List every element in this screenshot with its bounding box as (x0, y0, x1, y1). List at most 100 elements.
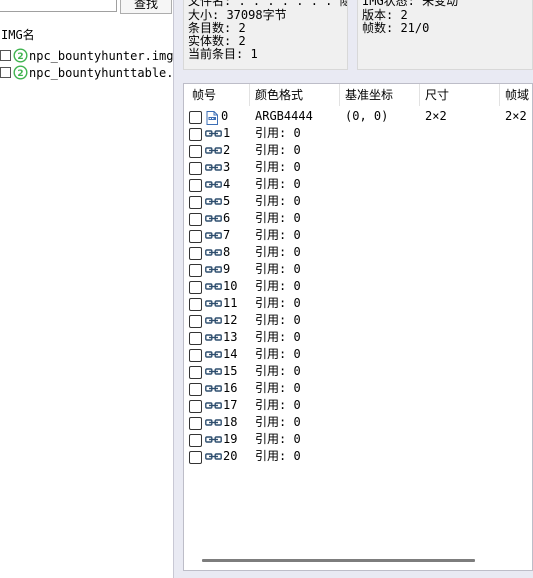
frame-checkbox[interactable] (189, 128, 202, 141)
frame-row[interactable]: 18 引用: 0 (184, 414, 532, 431)
img-list-item[interactable]: 2 npc_bountyhunter.img (0, 47, 173, 64)
frame-row[interactable]: 7 引用: 0 (184, 227, 532, 244)
frame-index: 15 (223, 364, 238, 378)
frame-domain: 2×2 (505, 109, 527, 123)
frame-color-format: ARGB4444 (255, 109, 313, 123)
link-icon (205, 385, 222, 392)
img-list-item[interactable]: 2 npc_bountyhunttable.img (0, 64, 173, 81)
frame-checkbox[interactable] (189, 383, 202, 396)
img-checkbox[interactable] (0, 67, 11, 78)
frame-row[interactable]: 5 引用: 0 (184, 193, 532, 210)
version-text: 版本: 2 (362, 8, 408, 22)
entity-count-text: 实体数: 2 (188, 34, 246, 48)
frame-checkbox[interactable] (189, 315, 202, 328)
horizontal-scrollbar[interactable] (202, 559, 475, 562)
frame-index: 18 (223, 415, 238, 429)
frame-checkbox[interactable] (189, 332, 202, 345)
frame-checkbox[interactable] (189, 179, 202, 192)
frame-row[interactable]: 6 引用: 0 (184, 210, 532, 227)
frame-reference: 引用: 0 (255, 279, 301, 293)
link-icon (205, 164, 222, 171)
frame-checkbox[interactable] (189, 451, 202, 464)
search-input[interactable] (0, 0, 117, 12)
frame-reference: 引用: 0 (255, 449, 301, 463)
frame-checkbox[interactable] (189, 247, 202, 260)
frame-checkbox[interactable] (189, 111, 202, 124)
frame-row[interactable]: 16 引用: 0 (184, 380, 532, 397)
frame-row[interactable]: 13 引用: 0 (184, 329, 532, 346)
frame-checkbox[interactable] (189, 434, 202, 447)
frame-index: 8 (223, 245, 231, 259)
link-icon (205, 266, 222, 273)
frame-row[interactable]: 2 引用: 0 (184, 142, 532, 159)
link-icon (205, 147, 222, 154)
frame-checkbox[interactable] (189, 417, 202, 430)
frame-checkbox[interactable] (189, 264, 202, 277)
frame-row[interactable]: 10 引用: 0 (184, 278, 532, 295)
link-icon (205, 317, 222, 324)
frame-row[interactable]: 15 引用: 0 (184, 363, 532, 380)
frame-checkbox[interactable] (189, 196, 202, 209)
frame-index: 1 (223, 126, 231, 140)
column-base-coord[interactable]: 基准坐标 (340, 84, 420, 106)
img-info-box: IMG状态: 未变动 版本: 2 帧数: 21/0 (357, 0, 533, 70)
link-icon (205, 368, 222, 375)
link-icon (205, 334, 222, 341)
frame-reference: 引用: 0 (255, 177, 301, 191)
frame-list[interactable]: 帧号 颜色格式 基准坐标 尺寸 帧域 0 ARGB4444 (0, 0) 2×2… (183, 83, 533, 571)
frame-reference: 引用: 0 (255, 364, 301, 378)
frame-reference: 引用: 0 (255, 347, 301, 361)
frame-row[interactable]: 17 引用: 0 (184, 397, 532, 414)
link-icon (205, 300, 222, 307)
frame-row[interactable]: 20 引用: 0 (184, 448, 532, 465)
frame-checkbox[interactable] (189, 366, 202, 379)
frame-row[interactable]: 1 引用: 0 (184, 125, 532, 142)
frame-index: 3 (223, 160, 231, 174)
frame-index: 9 (223, 262, 231, 276)
img-status-text: IMG状态: 未变动 (362, 0, 459, 8)
frame-checkbox[interactable] (189, 162, 202, 175)
frame-checkbox[interactable] (189, 298, 202, 311)
img-name: npc_bountyhunter.img (29, 48, 173, 63)
frame-row[interactable]: 4 引用: 0 (184, 176, 532, 193)
frame-row[interactable]: 19 引用: 0 (184, 431, 532, 448)
frame-checkbox[interactable] (189, 213, 202, 226)
frame-reference: 引用: 0 (255, 143, 301, 157)
column-frame-domain[interactable]: 帧域 (500, 84, 532, 106)
frame-checkbox[interactable] (189, 281, 202, 294)
link-icon (205, 436, 222, 443)
frame-row[interactable]: 9 引用: 0 (184, 261, 532, 278)
link-icon (205, 198, 222, 205)
frame-index: 13 (223, 330, 238, 344)
pane-splitter[interactable] (173, 0, 183, 578)
frame-reference: 引用: 0 (255, 313, 301, 327)
frame-reference: 引用: 0 (255, 432, 301, 446)
frame-row[interactable]: 11 引用: 0 (184, 295, 532, 312)
frame-row[interactable]: 8 引用: 0 (184, 244, 532, 261)
frame-reference: 引用: 0 (255, 228, 301, 242)
frame-row[interactable]: 0 ARGB4444 (0, 0) 2×2 2×2 (184, 108, 532, 125)
frame-checkbox[interactable] (189, 349, 202, 362)
frame-index: 17 (223, 398, 238, 412)
column-color-format[interactable]: 颜色格式 (250, 84, 340, 106)
frame-row[interactable]: 12 引用: 0 (184, 312, 532, 329)
find-button[interactable]: 查找 (120, 0, 172, 14)
frame-row[interactable]: 3 引用: 0 (184, 159, 532, 176)
frame-checkbox[interactable] (189, 230, 202, 243)
img-list-pane: 查找 IMG名 2 npc_bountyhunter.img 2 npc_bou… (0, 0, 173, 578)
column-frame-number[interactable]: 帧号 (184, 84, 250, 106)
frame-checkbox[interactable] (189, 145, 202, 158)
frame-checkbox[interactable] (189, 400, 202, 413)
frame-reference: 引用: 0 (255, 296, 301, 310)
frame-index: 4 (223, 177, 231, 191)
frame-row[interactable]: 14 引用: 0 (184, 346, 532, 363)
file-size-text: 大小: 37098字节 (188, 8, 287, 22)
frame-index: 2 (223, 143, 231, 157)
frame-index: 10 (223, 279, 238, 293)
link-icon (205, 232, 222, 239)
column-size[interactable]: 尺寸 (420, 84, 500, 106)
frame-reference: 引用: 0 (255, 211, 301, 225)
img-checkbox[interactable] (0, 50, 11, 61)
frame-index: 19 (223, 432, 238, 446)
frame-index: 7 (223, 228, 231, 242)
